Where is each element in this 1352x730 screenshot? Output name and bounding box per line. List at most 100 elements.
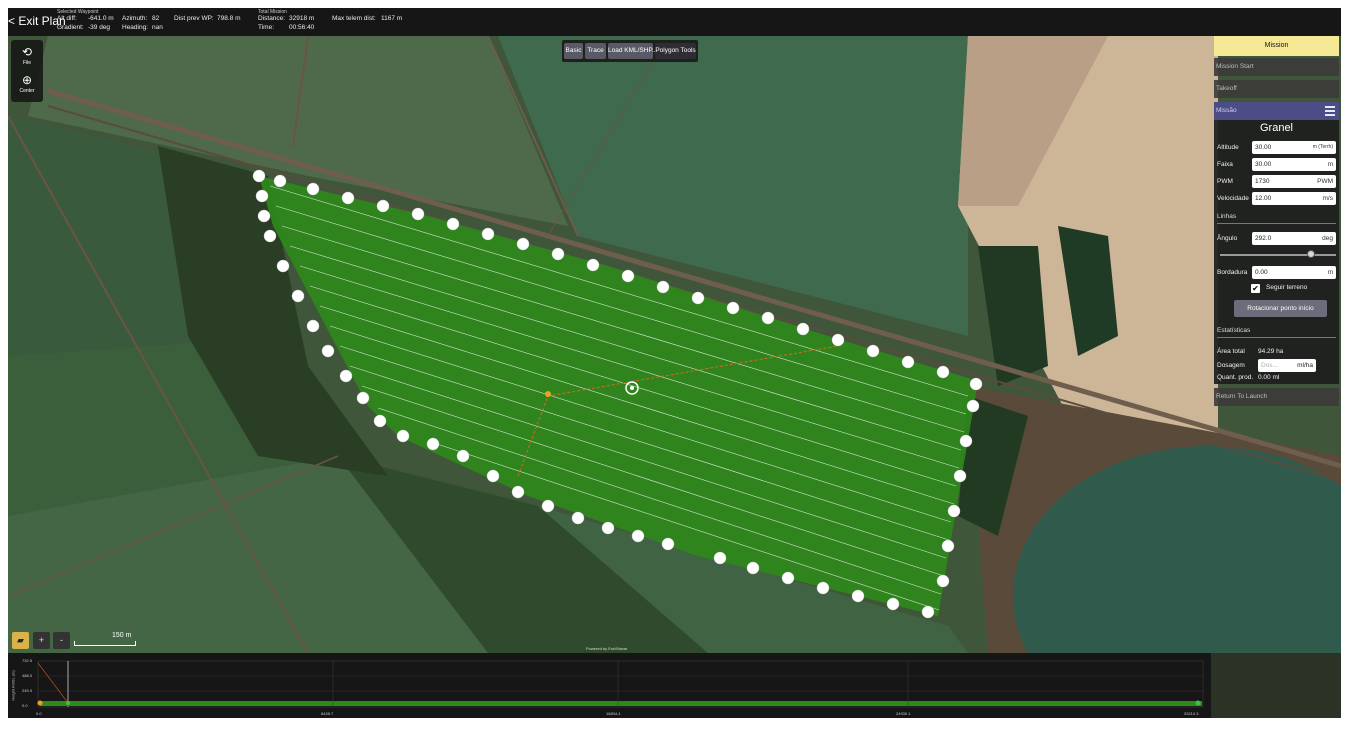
angle-value: 292.0 [1255,235,1272,242]
y-tick: 732.5 [22,658,33,663]
divider [1217,223,1336,224]
azimuth-label: Azimuth: [122,15,148,22]
elevation-profile[interactable]: Height AMSL (m) 732.5 488.3 245.3 0.0 0.… [8,653,1211,718]
elevation-chart [37,660,1204,708]
azimuth-value: 82 [152,15,160,22]
heading-value: nan [152,24,163,31]
gradient-value: -39 deg [88,24,111,31]
speed-value: 12.00 [1255,195,1272,202]
divider [1217,337,1336,338]
product-value: 0.00 ml [1258,374,1280,381]
y-tick: 0.0 [22,703,28,708]
max-telem-value: 1167 m [381,15,403,22]
dose-input[interactable]: Dos... ml/ha [1258,359,1316,372]
angle-slider-handle[interactable] [1307,250,1316,258]
alt-diff-value: -641.0 m [88,15,114,22]
border-field[interactable]: 0.00 m [1252,266,1336,279]
mission-tab[interactable]: Mission [1214,36,1339,56]
time-value: 00:56:40 [289,24,315,31]
map-view[interactable] [8,36,1341,653]
border-label: Bordadura [1217,269,1248,276]
max-telem-label: Max telem dist: [332,15,376,22]
swath-label: Faixa [1217,161,1233,168]
x-tick: 33210.3 [1184,711,1199,716]
area-value: 94.29 ha [1258,348,1284,355]
speed-unit: m/s [1322,195,1333,202]
rotate-start-point-button[interactable]: Rotacionar ponto início [1234,300,1327,317]
dose-placeholder: Dos... [1261,362,1278,369]
sync-icon: ⟲ [21,45,33,59]
elevation-y-axis-label: Height AMSL (m) [10,670,16,701]
pwm-label: PWM [1217,178,1233,185]
y-tick: 488.3 [22,673,33,678]
pwm-field[interactable]: 1730 PWM [1252,175,1336,188]
trace-button[interactable]: Trace [585,43,606,59]
angle-field[interactable]: 292.0 deg [1252,232,1336,245]
follow-terrain-label: Seguir terreno [1266,284,1308,291]
survey-title: Granel [1259,122,1294,134]
file-tool-label: File [22,60,32,66]
map-attribution: Powered by Esri/Maxar [586,646,628,651]
map-scale-bar [74,641,136,646]
product-label: Quant. prod. [1217,374,1254,381]
hamburger-menu-icon[interactable] [1325,106,1335,116]
dose-label: Dosagem [1217,362,1245,369]
return-to-launch-item[interactable]: Return To Launch [1214,388,1339,406]
center-tool[interactable]: ⊕ Center [11,74,43,94]
y-tick: 245.3 [22,688,33,693]
mission-start-item[interactable]: Mission Start [1214,58,1339,76]
satellite-map [8,36,1341,653]
map-scale-label: 150 m [112,632,132,639]
stats-section-label: Estatísticas [1217,327,1251,334]
heading-label: Heading: [122,24,149,31]
layers-icon[interactable]: ▰ [12,632,29,649]
top-status-bar: < Exit Plan Selected Waypoint Alt diff: … [8,8,1341,36]
x-tick: 16834.4 [606,711,621,716]
speed-field[interactable]: 12.00 m/s [1252,192,1336,205]
swath-field[interactable]: 30.00 m [1252,158,1336,171]
altitude-label: Altitude [1217,144,1239,151]
gradient-label: Gradient: [57,24,84,31]
x-tick: 8428.7 [321,711,334,716]
border-unit: m [1327,269,1333,276]
zoom-in-button[interactable]: + [33,632,50,649]
dose-unit: ml/ha [1297,362,1313,369]
file-tool[interactable]: ⟲ File [11,46,43,66]
distance-value: 32918 m [289,15,315,22]
polygon-tools-button[interactable]: Polygon Tools [655,43,696,59]
altitude-unit: m (Terrh) [1312,144,1333,150]
basic-button[interactable]: Basic [564,43,583,59]
area-label: Área total [1217,348,1245,355]
center-tool-label: Center [19,88,35,94]
swath-unit: m [1327,161,1333,168]
angle-unit: deg [1322,235,1333,242]
distance-label: Distance: [258,15,286,22]
dist-prev-wp-label: Dist prev WP: [174,15,214,22]
left-toolbar: ⟲ File ⊕ Center [11,40,43,102]
time-label: Time: [258,24,275,31]
follow-terrain-checkbox[interactable]: ✔ [1251,284,1260,293]
alt-diff-label: Alt diff: [57,15,77,22]
dist-prev-wp-value: 798.8 m [217,15,241,22]
mission-panel: Mission Mission Start Takeoff Missão Gra… [1214,36,1339,406]
angle-label: Ângulo [1217,235,1238,242]
zoom-out-button[interactable]: - [53,632,70,649]
altitude-value: 30.00 [1255,144,1272,151]
border-value: 0.00 [1255,269,1268,276]
x-tick: 24930.1 [896,711,911,716]
app-window: < Exit Plan Selected Waypoint Alt diff: … [8,8,1341,718]
load-kml-button[interactable]: Load KML/SHP... [608,43,657,59]
speed-label: Velocidade [1217,195,1249,202]
x-tick: 0.0 [36,711,42,716]
crosshair-icon: ⊕ [21,73,33,87]
swath-value: 30.00 [1255,161,1272,168]
survey-section-title: Missão [1216,107,1237,114]
altitude-field[interactable]: 30.00 m (Terrh) [1252,141,1336,154]
pwm-value: 1730 [1255,178,1270,185]
survey-editor: Missão Granel Altitude 30.00 m (Terrh) F… [1214,102,1339,384]
lines-section-label: Linhas [1217,213,1237,220]
takeoff-item[interactable]: Takeoff [1214,80,1339,98]
angle-slider[interactable] [1220,250,1336,258]
plan-toolbar: Basic Trace Load KML/SHP... Polygon Tool… [562,40,698,62]
survey-section-header[interactable]: Missão [1214,102,1339,120]
